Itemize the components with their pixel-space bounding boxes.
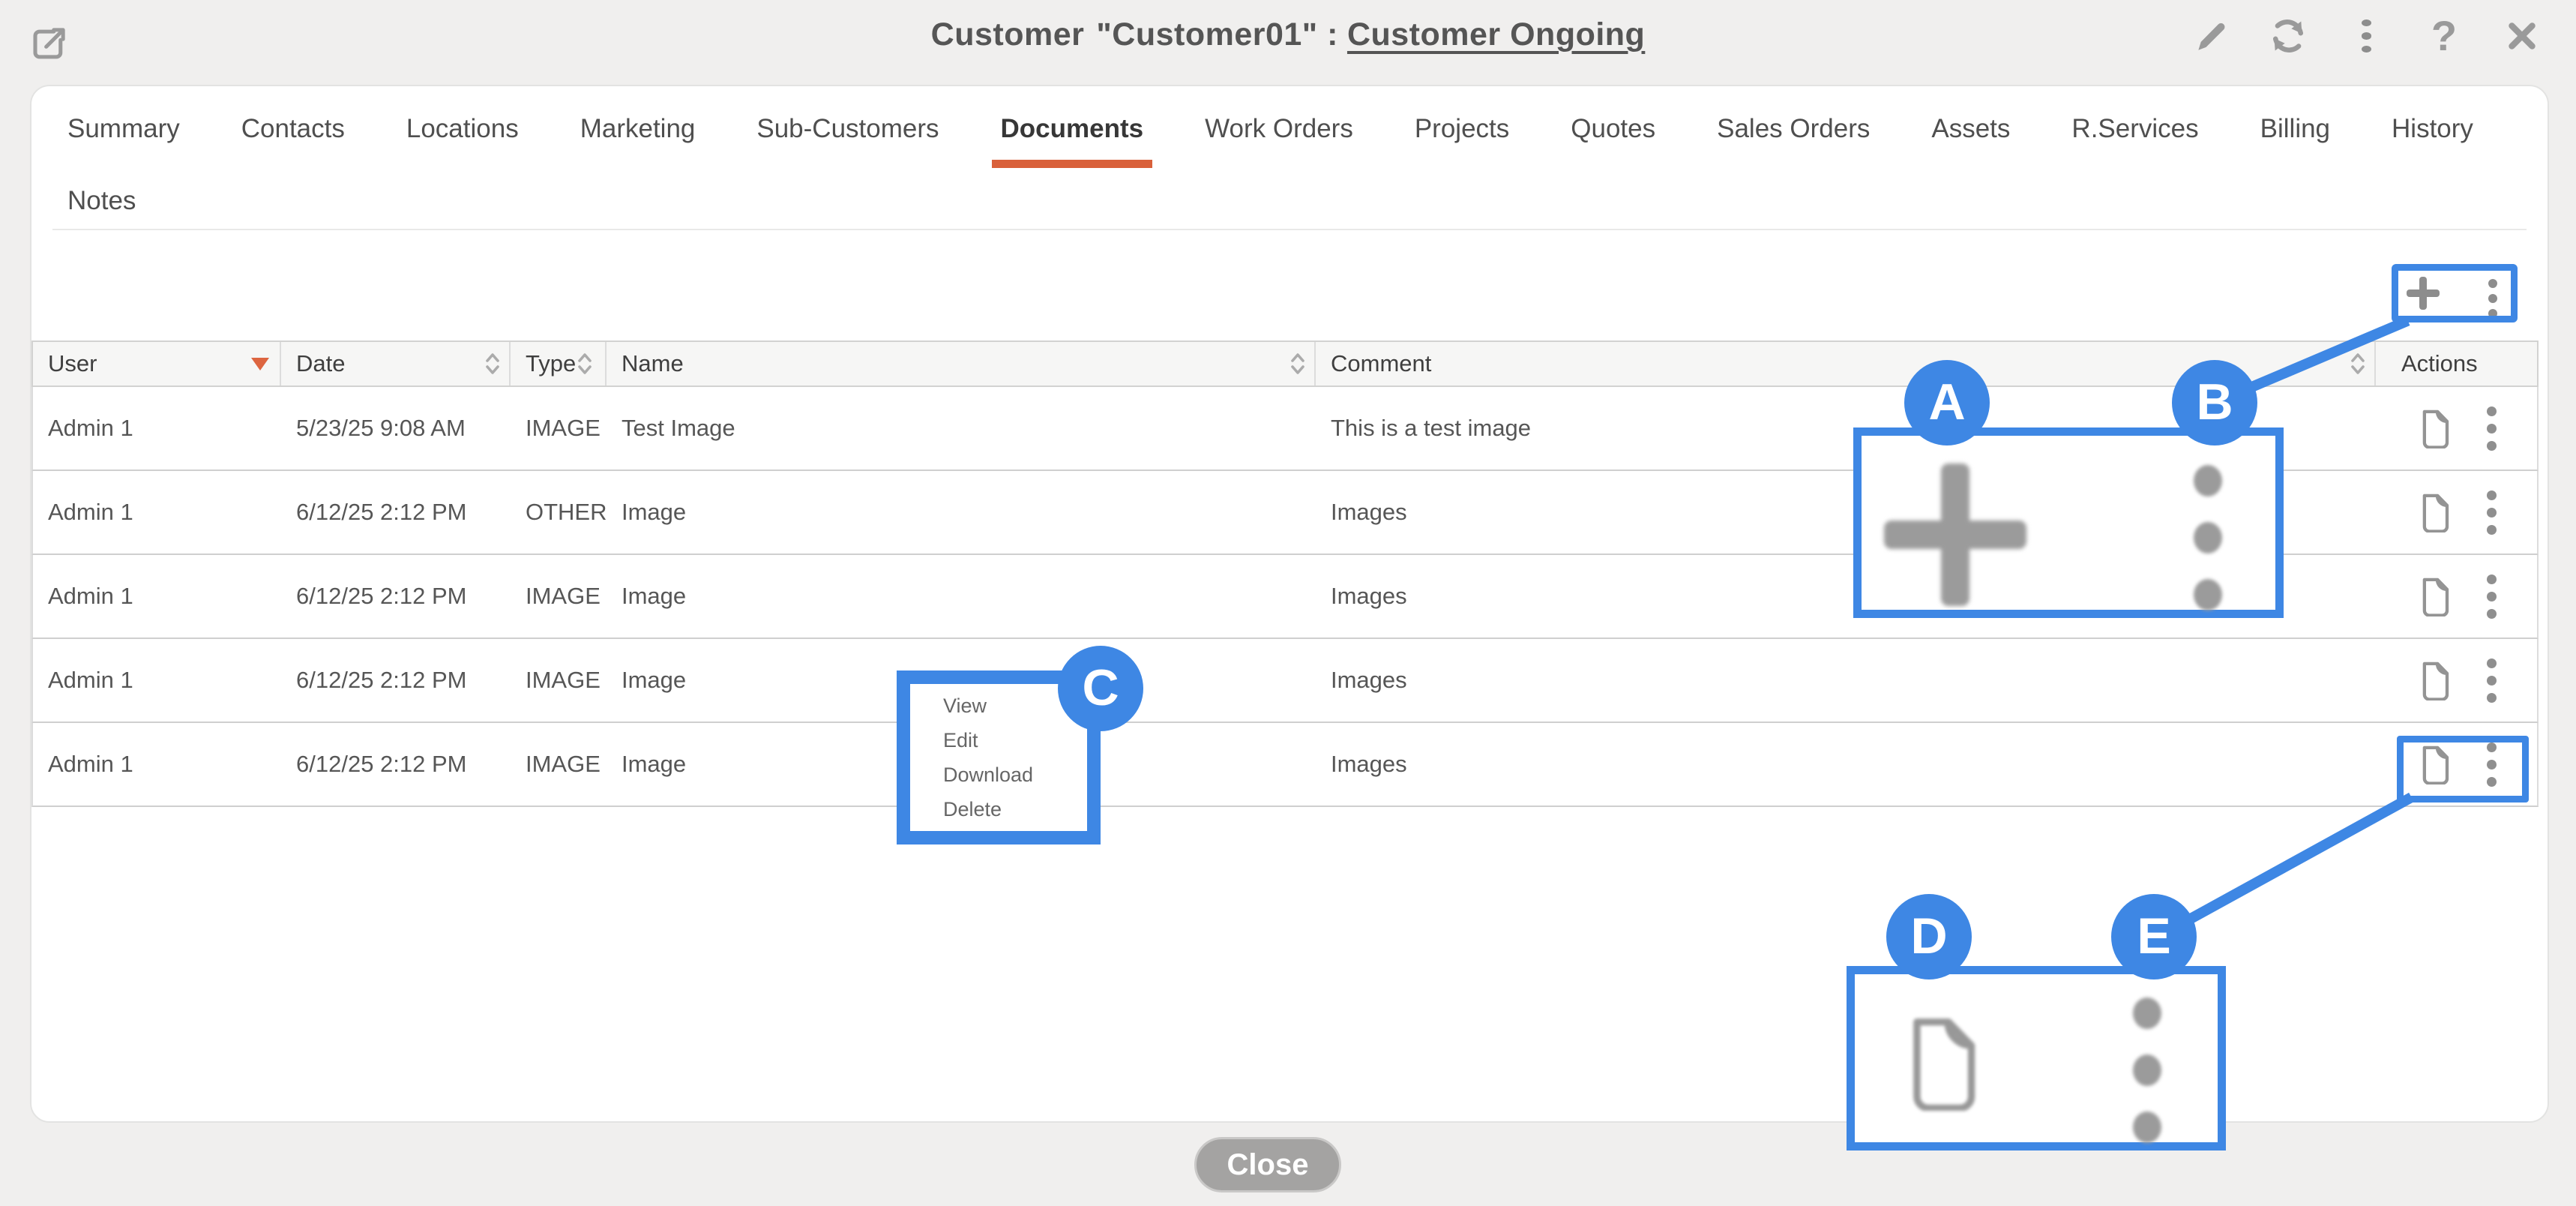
- row-menu-icon[interactable]: [2487, 403, 2497, 454]
- zoom-box-add-menu: [1853, 428, 2284, 618]
- tab-summary[interactable]: Summary: [66, 110, 181, 168]
- tab-projects[interactable]: Projects: [1413, 110, 1511, 168]
- plus-icon-zoomed: [1884, 464, 2026, 606]
- document-view-icon[interactable]: [2418, 408, 2452, 448]
- cell-date: 5/23/25 9:08 AM: [281, 415, 511, 442]
- callout-badge-e: E: [2111, 894, 2197, 980]
- cell-user: Admin 1: [33, 415, 281, 442]
- callout-badge-a: A: [1904, 360, 1990, 446]
- kebab-icon-zoomed: [2133, 985, 2161, 1156]
- title-customer-name: "Customer01" :: [1096, 16, 1338, 52]
- tab-sub-customers[interactable]: Sub-Customers: [755, 110, 940, 168]
- table-row: Admin 1 6/12/25 2:12 PM IMAGE Image Imag…: [31, 723, 2539, 807]
- cell-actions: [2376, 387, 2528, 470]
- cell-date: 6/12/25 2:12 PM: [281, 751, 511, 778]
- tab-notes[interactable]: Notes: [66, 182, 137, 240]
- tab-history[interactable]: History: [2390, 110, 2475, 168]
- cell-user: Admin 1: [33, 583, 281, 610]
- refresh-icon[interactable]: [2269, 16, 2308, 56]
- more-options-icon[interactable]: [2347, 16, 2386, 56]
- cell-user: Admin 1: [33, 499, 281, 526]
- tab-locations[interactable]: Locations: [405, 110, 520, 168]
- table-row: Admin 1 6/12/25 2:12 PM IMAGE Image Imag…: [31, 639, 2539, 723]
- question-glyph: ?: [2431, 16, 2457, 56]
- cell-comment: Images: [1316, 751, 2376, 778]
- cell-date: 6/12/25 2:12 PM: [281, 583, 511, 610]
- menu-item-edit[interactable]: Edit: [943, 730, 1087, 751]
- sort-both-icon: [1289, 352, 1307, 376]
- page-title: Customer "Customer01" :Customer Ongoing: [300, 16, 2276, 53]
- active-tab-underline: [992, 160, 1153, 168]
- window-toolbar: ?: [2191, 16, 2542, 56]
- title-prefix: Customer: [931, 16, 1085, 52]
- cell-type: IMAGE: [511, 751, 607, 778]
- toolbar-highlight-rect: [2392, 264, 2518, 322]
- tab-billing[interactable]: Billing: [2259, 110, 2332, 168]
- cell-actions: [2376, 471, 2528, 554]
- cell-actions: [2376, 639, 2528, 722]
- cell-actions: [2376, 555, 2528, 638]
- tab-marketing[interactable]: Marketing: [579, 110, 697, 168]
- cell-type: OTHER: [511, 499, 607, 526]
- close-button[interactable]: Close: [1194, 1137, 1341, 1192]
- cell-name: Image: [607, 499, 1316, 526]
- table-header-row: User Date Type Name Comment Actions: [31, 340, 2539, 387]
- document-view-icon[interactable]: [2418, 576, 2452, 616]
- column-header-user[interactable]: User: [33, 342, 281, 386]
- cell-type: IMAGE: [511, 583, 607, 610]
- tab-bar-row2: Notes: [66, 182, 137, 240]
- tab-work-orders[interactable]: Work Orders: [1203, 110, 1355, 168]
- sort-both-icon: [576, 352, 594, 376]
- open-in-new-window-icon[interactable]: [28, 24, 69, 64]
- zoom-box-row-actions: [1847, 966, 2226, 1150]
- cell-type: IMAGE: [511, 415, 607, 442]
- cell-name: Test Image: [607, 415, 1316, 442]
- tab-assets[interactable]: Assets: [1930, 110, 2011, 168]
- tab-quotes[interactable]: Quotes: [1569, 110, 1657, 168]
- customer-status-link[interactable]: Customer Ongoing: [1347, 16, 1645, 52]
- column-header-actions: Actions: [2376, 342, 2528, 386]
- callout-badge-b: B: [2172, 360, 2257, 446]
- menu-item-download[interactable]: Download: [943, 765, 1087, 785]
- kebab-icon-zoomed: [2194, 452, 2222, 623]
- cell-date: 6/12/25 2:12 PM: [281, 667, 511, 694]
- cell-date: 6/12/25 2:12 PM: [281, 499, 511, 526]
- cell-user: Admin 1: [33, 667, 281, 694]
- column-header-name[interactable]: Name: [607, 342, 1316, 386]
- column-header-date[interactable]: Date: [281, 342, 511, 386]
- cell-comment: Images: [1316, 667, 2376, 694]
- callout-badge-d: D: [1886, 894, 1972, 980]
- help-icon[interactable]: ?: [2425, 16, 2464, 56]
- tab-documents[interactable]: Documents: [999, 110, 1146, 168]
- menu-item-delete[interactable]: Delete: [943, 800, 1087, 820]
- cell-name: Image: [607, 583, 1316, 610]
- sort-both-icon: [2349, 352, 2367, 376]
- tab-divider: [52, 229, 2527, 230]
- sort-desc-icon: [251, 358, 269, 370]
- row-menu-icon[interactable]: [2487, 487, 2497, 538]
- tab-sales-orders[interactable]: Sales Orders: [1715, 110, 1871, 168]
- close-window-icon[interactable]: [2503, 16, 2542, 56]
- cell-type: IMAGE: [511, 667, 607, 694]
- document-icon-zoomed: [1901, 1013, 1984, 1111]
- tab-r-services[interactable]: R.Services: [2070, 110, 2200, 168]
- column-header-type[interactable]: Type: [511, 342, 607, 386]
- cell-user: Admin 1: [33, 751, 281, 778]
- row-actions-highlight-rect: [2397, 736, 2529, 802]
- sort-both-icon: [484, 352, 502, 376]
- document-view-icon[interactable]: [2418, 660, 2452, 700]
- document-view-icon[interactable]: [2418, 492, 2452, 532]
- callout-badge-c: C: [1058, 646, 1143, 731]
- edit-icon[interactable]: [2191, 16, 2230, 56]
- row-menu-icon[interactable]: [2487, 571, 2497, 622]
- customer-window: Customer "Customer01" :Customer Ongoing ?: [0, 0, 2576, 1206]
- tab-contacts[interactable]: Contacts: [240, 110, 346, 168]
- tab-bar: Summary Contacts Locations Marketing Sub…: [66, 110, 2475, 168]
- row-menu-icon[interactable]: [2487, 655, 2497, 706]
